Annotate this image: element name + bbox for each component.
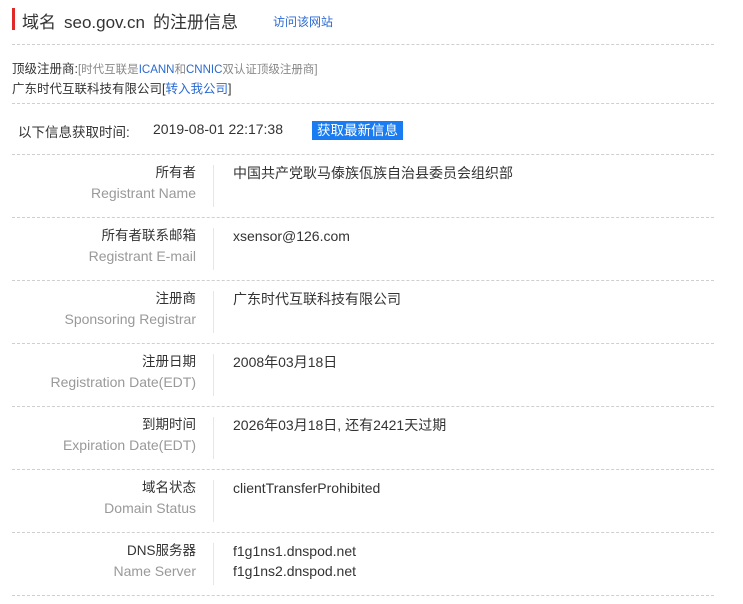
registrar-company: 广东时代互联科技有限公司	[12, 82, 163, 96]
row-value: clientTransferProhibited	[233, 478, 380, 498]
registrant-email-value: xsensor@126.com	[233, 228, 350, 244]
note-suffix: 双认证顶级注册商]	[222, 64, 318, 76]
fetch-time-value: 2019-08-01 22:17:38	[153, 121, 283, 137]
page-header: 域名 seo.gov.cn 的注册信息 访问该网站	[12, 0, 714, 45]
row-label-zh: 所有者	[155, 165, 197, 180]
row-label: 注册商 Sponsoring Registrar	[12, 289, 196, 329]
info-row-registrant-name: 所有者 Registrant Name 中国共产党耿马傣族佤族自治县委员会组织部	[12, 155, 714, 218]
row-label-en: Registrant Name	[90, 185, 196, 201]
note-prefix: [时代互联是	[77, 64, 139, 76]
page-title: 域名 seo.gov.cn 的注册信息	[22, 8, 238, 33]
row-label: 域名状态 Domain Status	[12, 478, 196, 518]
row-divider	[213, 228, 214, 270]
title-domain: seo.gov.cn	[64, 13, 145, 32]
row-value: 广东时代互联科技有限公司	[233, 289, 401, 309]
note-cnnic: CNNIC	[185, 64, 223, 76]
row-label: DNS服务器 Name Server	[12, 541, 196, 581]
sponsoring-registrar-value: 广东时代互联科技有限公司	[233, 291, 401, 307]
row-value: f1g1ns1.dnspod.net f1g1ns2.dnspod.net	[233, 541, 356, 581]
info-row-domain-status: 域名状态 Domain Status clientTransferProhibi…	[12, 470, 714, 533]
registrar-company-line: 广东时代互联科技有限公司[转入我公司]	[12, 78, 232, 97]
row-label-zh: 域名状态	[142, 480, 196, 495]
row-label-en: Expiration Date(EDT)	[62, 437, 196, 453]
note-and: 和	[174, 64, 186, 76]
row-value: 2008年03月18日	[233, 352, 337, 372]
row-divider	[213, 354, 214, 396]
info-row-expiration-date: 到期时间 Expiration Date(EDT) 2026年03月18日, 还…	[12, 407, 714, 470]
row-divider	[213, 417, 214, 459]
row-label-en: Sponsoring Registrar	[64, 311, 196, 327]
row-label-zh: 到期时间	[142, 417, 196, 432]
title-suffix: 的注册信息	[152, 13, 238, 32]
transfer-in-link[interactable]: 转入我公司	[166, 82, 229, 96]
info-row-sponsoring-registrar: 注册商 Sponsoring Registrar 广东时代互联科技有限公司	[12, 281, 714, 344]
row-label: 所有者联系邮箱 Registrant E-mail	[12, 226, 196, 266]
row-label-zh: DNS服务器	[126, 543, 196, 558]
title-prefix: 域名	[22, 13, 56, 32]
registrar-block: 顶级注册商:[时代互联是ICANN和CNNIC双认证顶级注册商] 广东时代互联科…	[12, 45, 714, 104]
row-label-zh: 注册商	[155, 291, 197, 306]
name-server-2: f1g1ns2.dnspod.net	[233, 563, 356, 579]
row-label-en: Domain Status	[104, 500, 196, 516]
row-divider	[213, 165, 214, 207]
row-value: 2026年03月18日, 还有2421天过期	[233, 415, 446, 435]
row-value: 中国共产党耿马傣族佤族自治县委员会组织部	[233, 163, 513, 183]
expiration-date-value: 2026年03月18日, 还有2421天过期	[233, 417, 447, 433]
row-label: 注册日期 Registration Date(EDT)	[12, 352, 197, 392]
row-label-zh: 注册日期	[142, 354, 196, 369]
row-divider	[213, 480, 214, 522]
refresh-info-button[interactable]: 获取最新信息	[312, 121, 403, 140]
title-accent-bar	[12, 8, 15, 30]
row-label: 到期时间 Expiration Date(EDT)	[12, 415, 196, 455]
info-row-registration-date: 注册日期 Registration Date(EDT) 2008年03月18日	[12, 344, 714, 407]
name-server-1: f1g1ns1.dnspod.net	[233, 543, 356, 559]
row-label-en: Name Server	[113, 563, 196, 579]
whois-panel: 域名 seo.gov.cn 的注册信息 访问该网站 顶级注册商:[时代互联是ICAN…	[12, 0, 714, 596]
domain-status-value: clientTransferProhibited	[233, 480, 381, 496]
bracket-close: ]	[228, 82, 232, 96]
fetch-time-label: 以下信息获取时间:	[18, 125, 130, 140]
row-divider	[213, 543, 214, 585]
info-row-registrant-email: 所有者联系邮箱 Registrant E-mail xsensor@126.co…	[12, 218, 714, 281]
registrant-name-value: 中国共产党耿马傣族佤族自治县委员会组织部	[233, 165, 513, 181]
row-label: 所有者 Registrant Name	[12, 163, 196, 203]
row-label-zh: 所有者联系邮箱	[101, 228, 197, 243]
row-value: xsensor@126.com	[233, 226, 350, 246]
top-registrar-label: 顶级注册商:	[12, 62, 78, 76]
info-row-name-server: DNS服务器 Name Server f1g1ns1.dnspod.net f1…	[12, 533, 714, 596]
fetch-time-row: 以下信息获取时间: 2019-08-01 22:17:38 获取最新信息	[12, 104, 714, 155]
row-label-en: Registration Date(EDT)	[50, 374, 197, 390]
visit-site-link[interactable]: 访问该网站	[273, 13, 333, 30]
note-icann: ICANN	[138, 64, 175, 76]
top-registrar-line: 顶级注册商:[时代互联是ICANN和CNNIC双认证顶级注册商]	[12, 58, 318, 77]
row-label-en: Registrant E-mail	[88, 248, 196, 264]
registration-date-value: 2008年03月18日	[233, 354, 338, 370]
registrar-note: [时代互联是ICANN和CNNIC双认证顶级注册商]	[78, 64, 318, 76]
row-divider	[213, 291, 214, 333]
